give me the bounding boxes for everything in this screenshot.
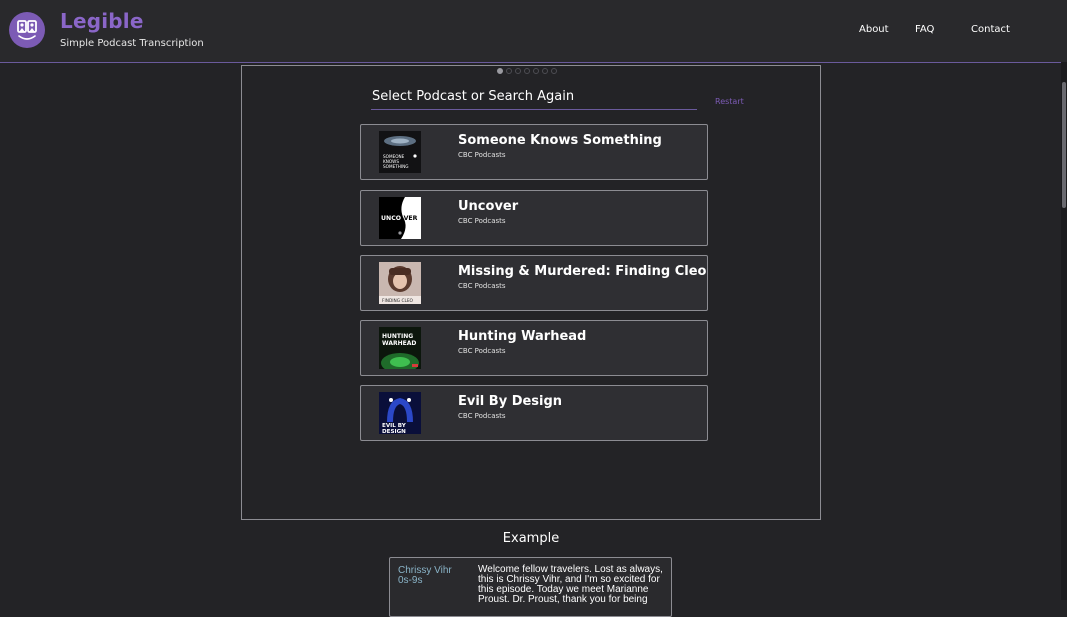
podcast-search-input[interactable]: [371, 84, 697, 110]
svg-text:VER: VER: [404, 215, 418, 222]
nav-faq-link[interactable]: FAQ: [915, 24, 934, 35]
podcast-artwork: EVIL BY DESIGN: [379, 392, 421, 434]
podcast-card[interactable]: SOMEONE KNOWS SOMETHING Someone Knows So…: [360, 124, 708, 180]
podcast-artwork: SOMEONE KNOWS SOMETHING: [379, 131, 421, 173]
site-header: Legible Simple Podcast Transcription Abo…: [0, 0, 1067, 63]
podcast-card[interactable]: FINDING CLEO Missing & Murdered: Finding…: [360, 255, 708, 311]
svg-text:SOMETHING: SOMETHING: [383, 164, 409, 169]
step-dot: [515, 68, 521, 74]
podcast-artwork: HUNTING WARHEAD: [379, 327, 421, 369]
podcast-author: CBC Podcasts: [458, 151, 506, 159]
podcast-title: Missing & Murdered: Finding Cleo: [458, 264, 707, 279]
podcast-author: CBC Podcasts: [458, 347, 506, 355]
step-dot: [542, 68, 548, 74]
step-dot: [497, 68, 503, 74]
nav-contact-link[interactable]: Contact: [971, 24, 1010, 35]
podcast-author: CBC Podcasts: [458, 217, 506, 225]
podcast-artwork: FINDING CLEO: [379, 262, 421, 304]
example-transcript: Chrissy Vihr 0s-9s Welcome fellow travel…: [389, 557, 672, 617]
example-heading: Example: [502, 531, 560, 546]
svg-text:FINDING CLEO: FINDING CLEO: [382, 298, 414, 304]
podcast-title: Hunting Warhead: [458, 329, 587, 344]
podcast-title: Someone Knows Something: [458, 133, 662, 148]
svg-text:DESIGN: DESIGN: [382, 429, 406, 434]
step-dot: [533, 68, 539, 74]
podcast-card[interactable]: HUNTING WARHEAD Hunting Warhead CBC Podc…: [360, 320, 708, 376]
podcast-author: CBC Podcasts: [458, 282, 506, 290]
scrollbar-thumb[interactable]: [1062, 82, 1066, 208]
svg-text:UNCO: UNCO: [381, 215, 401, 222]
step-indicator: [497, 68, 557, 74]
logo-icon[interactable]: [9, 12, 45, 48]
nav-about-link[interactable]: About: [859, 24, 889, 35]
svg-text:WARHEAD: WARHEAD: [382, 340, 416, 347]
step-dot: [506, 68, 512, 74]
transcript-timestamp: 0s-9s: [398, 575, 423, 586]
site-title[interactable]: Legible: [60, 9, 144, 33]
restart-link[interactable]: Restart: [715, 97, 744, 106]
podcast-title: Uncover: [458, 199, 519, 214]
podcast-title: Evil By Design: [458, 394, 563, 409]
svg-text:HUNTING: HUNTING: [382, 333, 413, 340]
transcript-text: Welcome fellow travelers. Lost as always…: [478, 564, 663, 605]
podcast-card[interactable]: UNCO VER Uncover CBC Podcasts: [360, 190, 708, 246]
step-dot: [551, 68, 557, 74]
podcast-author: CBC Podcasts: [458, 412, 506, 420]
step-dot: [524, 68, 530, 74]
site-subtitle: Simple Podcast Transcription: [60, 38, 204, 49]
book-reader-icon: [17, 20, 37, 40]
podcast-card[interactable]: EVIL BY DESIGN Evil By Design CBC Podcas…: [360, 385, 708, 441]
podcast-artwork: UNCO VER: [379, 197, 421, 239]
page-scrollbar[interactable]: [1061, 62, 1067, 600]
